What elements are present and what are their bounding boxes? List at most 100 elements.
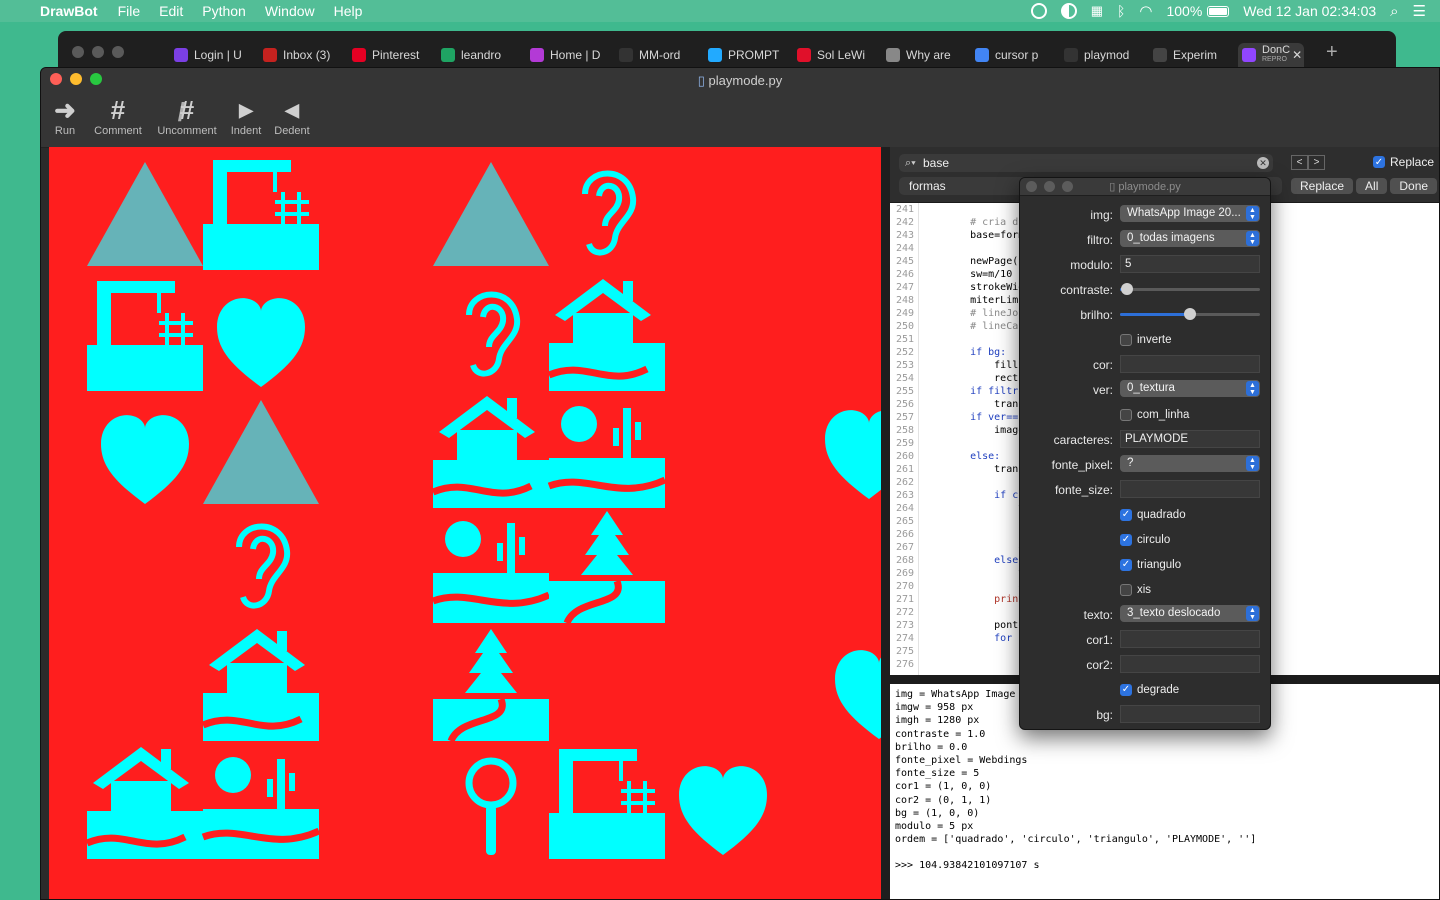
panel-checkbox[interactable]: ✓ degrade bbox=[1120, 680, 1260, 699]
browser-tab-active[interactable]: DonC REPRO ✕ bbox=[1238, 43, 1304, 67]
calendar-icon[interactable]: ▦ bbox=[1091, 3, 1103, 19]
browser-tab[interactable]: leandro bbox=[437, 43, 526, 67]
browser-tab-label: Pinterest bbox=[372, 48, 420, 62]
bluetooth-icon[interactable]: ᛒ bbox=[1117, 3, 1125, 19]
menu-file[interactable]: File bbox=[118, 3, 141, 19]
panel-row: caracteres: PLAYMODE bbox=[1020, 430, 1270, 450]
panel-text-field[interactable] bbox=[1120, 480, 1260, 498]
menu-python[interactable]: Python bbox=[202, 3, 246, 19]
browser-tab[interactable]: Home | D bbox=[526, 43, 615, 67]
creative-cloud-icon[interactable] bbox=[1030, 3, 1047, 19]
split-divider[interactable] bbox=[881, 147, 890, 899]
panel-row: texto: 3_texto deslocado ▲ ▼ bbox=[1020, 605, 1270, 625]
panel-checkbox[interactable]: com_linha bbox=[1120, 405, 1260, 424]
menu-help[interactable]: Help bbox=[334, 3, 363, 19]
notification-center-icon[interactable]: ☰ bbox=[1413, 2, 1426, 20]
magnifier-glyph bbox=[465, 757, 517, 855]
panel-popup[interactable]: ? ▲ ▼ bbox=[1120, 455, 1260, 472]
line-number: 271 bbox=[895, 594, 914, 605]
panel-text-field[interactable] bbox=[1120, 705, 1260, 723]
panel-row: bg: bbox=[1020, 705, 1270, 725]
panel-control: WhatsApp Image 20... ▲ ▼ bbox=[1120, 205, 1260, 224]
comment-button[interactable]: # Comment bbox=[91, 95, 145, 138]
panel-checkbox[interactable]: xis bbox=[1120, 580, 1260, 599]
panel-control: 0_todas imagens ▲ ▼ bbox=[1120, 230, 1260, 249]
run-button[interactable]: ➜ Run bbox=[49, 95, 81, 138]
browser-tab[interactable]: PROMPT bbox=[704, 43, 793, 67]
battery-percent[interactable]: 100% bbox=[1166, 3, 1202, 19]
console-line: modulo = 5 px bbox=[895, 820, 974, 832]
panel-slider[interactable] bbox=[1120, 280, 1260, 298]
spotlight-icon[interactable]: ⌕ bbox=[1390, 3, 1398, 20]
app-menu[interactable]: DrawBot bbox=[40, 3, 98, 19]
panel-popup[interactable]: WhatsApp Image 20... ▲ ▼ bbox=[1120, 205, 1260, 222]
panel-close-button[interactable] bbox=[1026, 181, 1037, 192]
panel-text-field[interactable]: 5 bbox=[1120, 255, 1260, 273]
panel-text-field[interactable] bbox=[1120, 355, 1260, 373]
panel-text-field[interactable]: PLAYMODE bbox=[1120, 430, 1260, 448]
browser-tab[interactable]: Inbox (3) bbox=[259, 43, 348, 67]
panel-text-field[interactable] bbox=[1120, 655, 1260, 673]
replace-all-button[interactable]: All bbox=[1356, 178, 1388, 194]
panel-row: img: WhatsApp Image 20... ▲ ▼ bbox=[1020, 205, 1270, 225]
panel-checkbox[interactable]: inverte bbox=[1120, 330, 1260, 349]
browser-tab-label: leandro bbox=[461, 48, 502, 62]
browser-tab[interactable]: Login | U bbox=[170, 43, 259, 67]
dark-mode-icon[interactable] bbox=[1060, 3, 1077, 19]
clock[interactable]: Wed 12 Jan 02:34:03 bbox=[1243, 3, 1376, 19]
heart-glyph bbox=[679, 766, 767, 855]
line-number: 273 bbox=[895, 620, 914, 631]
browser-tab[interactable]: playmod bbox=[1060, 43, 1149, 67]
find-previous-button[interactable]: < bbox=[1291, 155, 1308, 170]
browser-tab[interactable]: MM-ord bbox=[615, 43, 704, 67]
find-next-button[interactable]: > bbox=[1308, 155, 1325, 170]
browser-tab[interactable]: Sol LeWi bbox=[793, 43, 882, 67]
panel-slider[interactable] bbox=[1120, 305, 1260, 323]
replace-toggle[interactable]: ✓ Replace bbox=[1373, 155, 1434, 169]
panel-checkbox[interactable]: ✓ triangulo bbox=[1120, 555, 1260, 574]
slider-knob[interactable] bbox=[1121, 283, 1133, 295]
favicon-icon bbox=[797, 48, 811, 62]
browser-window: Login | U Inbox (3) Pinterest leandro Home |… bbox=[58, 31, 1396, 71]
browser-tab[interactable]: Experim bbox=[1149, 43, 1238, 67]
panel-text-field[interactable] bbox=[1120, 630, 1260, 648]
console-line: fonte_pixel = Webdings bbox=[895, 754, 1028, 766]
line-number: 264 bbox=[895, 503, 914, 514]
drawing-canvas[interactable] bbox=[49, 147, 881, 899]
panel-checkbox[interactable]: ✓ circulo bbox=[1120, 530, 1260, 549]
menu-edit[interactable]: Edit bbox=[159, 3, 183, 19]
indent-button[interactable]: ▶ Indent bbox=[229, 95, 263, 138]
dedent-button[interactable]: ◀ Dedent bbox=[273, 95, 311, 138]
favicon-icon bbox=[975, 48, 989, 62]
panel-row-label: filtro: bbox=[1086, 233, 1113, 247]
code-text: else: bbox=[946, 555, 1025, 566]
menu-window[interactable]: Window bbox=[265, 3, 315, 19]
slider-knob[interactable] bbox=[1184, 308, 1196, 320]
browser-tab[interactable]: Why are bbox=[882, 43, 971, 67]
line-number: 252 bbox=[895, 347, 914, 358]
search-input[interactable]: ⌕▾ base ✕ bbox=[899, 154, 1273, 172]
browser-tab[interactable]: Pinterest bbox=[348, 43, 437, 67]
panel-row-label: ver: bbox=[1092, 383, 1113, 397]
favicon-icon bbox=[1064, 48, 1078, 62]
new-tab-icon[interactable]: + bbox=[1326, 41, 1338, 64]
panel-popup[interactable]: 3_texto deslocado ▲ ▼ bbox=[1120, 605, 1260, 622]
window-titlebar: ▯ playmode.py ➜ Run # Comment # / Uncomme… bbox=[41, 68, 1439, 148]
wifi-icon[interactable]: ◠ bbox=[1139, 2, 1152, 20]
panel-popup[interactable]: 0_textura ▲ ▼ bbox=[1120, 380, 1260, 397]
uncomment-button[interactable]: # / Uncomment bbox=[155, 95, 219, 138]
battery-icon[interactable] bbox=[1207, 5, 1230, 17]
favicon-icon bbox=[619, 48, 633, 62]
indent-triangle-icon: ▶ bbox=[239, 99, 253, 120]
panel-zoom-button[interactable] bbox=[1062, 181, 1073, 192]
replace-button[interactable]: Replace bbox=[1291, 178, 1354, 194]
panel-popup[interactable]: 0_todas imagens ▲ ▼ bbox=[1120, 230, 1260, 247]
browser-tab[interactable]: cursor p bbox=[971, 43, 1060, 67]
panel-checkbox[interactable]: ✓ quadrado bbox=[1120, 505, 1260, 524]
clear-search-icon[interactable]: ✕ bbox=[1257, 157, 1269, 169]
panel-control: ✓ degrade bbox=[1120, 680, 1260, 699]
panel-minimize-button[interactable] bbox=[1044, 181, 1055, 192]
done-button[interactable]: Done bbox=[1390, 178, 1438, 194]
browser-tab-label: cursor p bbox=[995, 48, 1039, 62]
close-tab-icon[interactable]: ✕ bbox=[1292, 48, 1302, 62]
